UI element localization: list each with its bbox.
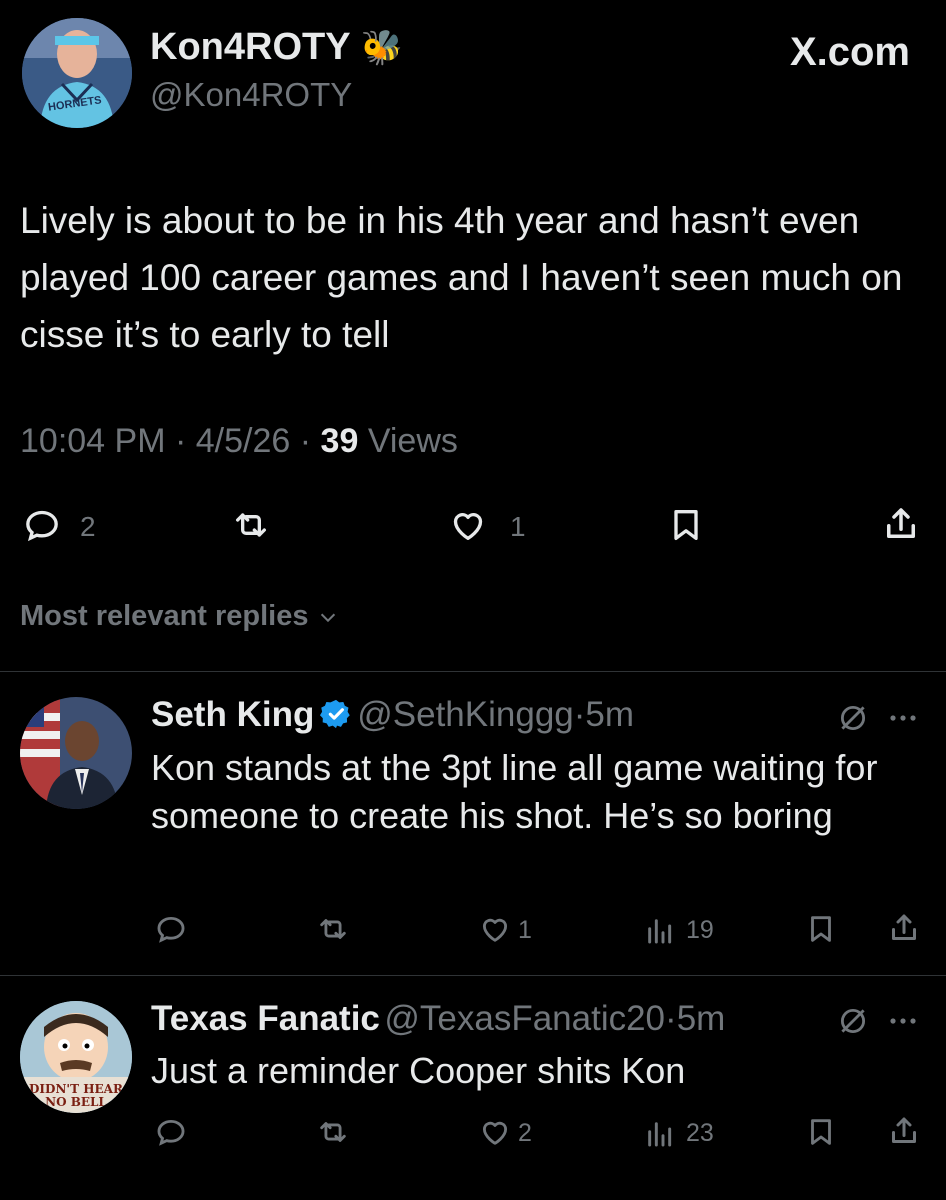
bookmark-icon — [674, 510, 698, 540]
share-icon — [887, 508, 915, 538]
reply-author-handle[interactable]: @TexasFanatic20 — [384, 999, 665, 1038]
reply-time[interactable]: 5m — [677, 999, 726, 1038]
like-icon — [482, 918, 508, 942]
like-button[interactable] — [478, 912, 512, 946]
share-button[interactable] — [880, 503, 922, 545]
bookmark-icon — [811, 916, 831, 942]
like-button[interactable] — [478, 1115, 512, 1149]
retweet-button[interactable] — [230, 505, 272, 545]
bookmark-button[interactable] — [666, 505, 706, 545]
sort-replies-dropdown[interactable]: Most relevant replies — [20, 600, 339, 633]
reply-icon — [157, 1119, 185, 1146]
views-button[interactable] — [643, 1117, 675, 1149]
avatar-caption: DIDN'T HEAR NO BELL — [29, 1082, 123, 1109]
reply-icon — [26, 510, 58, 542]
like-button[interactable] — [448, 505, 488, 545]
reply-time[interactable]: 5m — [585, 695, 634, 734]
reply-header: Seth King @SethKinggg·5m — [151, 695, 635, 734]
author-avatar[interactable]: HORNETS — [22, 18, 132, 128]
like-count: 1 — [518, 916, 532, 944]
reply-text: Kon stands at the 3pt line all game wait… — [151, 747, 878, 836]
more-icon — [890, 1018, 916, 1024]
chevron-down-icon — [320, 613, 335, 623]
views-button[interactable] — [643, 914, 675, 946]
views-count: 19 — [686, 916, 714, 944]
views-label: Views — [367, 422, 458, 460]
reply-avatar[interactable]: DIDN'T HEAR NO BELL — [20, 1001, 132, 1113]
reply-header: Texas Fanatic @TexasFanatic20·5m — [151, 999, 726, 1038]
brand-label: X.com — [789, 30, 910, 74]
share-icon — [892, 1117, 916, 1143]
share-icon — [892, 914, 916, 940]
tweet-time[interactable]: 10:04 PM — [20, 422, 166, 460]
share-button[interactable] — [886, 910, 922, 946]
reply-author-name[interactable]: Seth King — [151, 695, 314, 734]
views-icon — [648, 1122, 672, 1147]
bookmark-icon — [811, 1119, 831, 1145]
divider — [0, 975, 946, 976]
reply-button[interactable] — [154, 912, 188, 946]
divider — [0, 671, 946, 672]
more-button[interactable] — [888, 705, 918, 731]
reply-icon — [157, 916, 185, 943]
author-emoji: 🐝 — [360, 29, 403, 67]
reply-author-name[interactable]: Texas Fanatic — [151, 999, 380, 1038]
retweet-icon — [236, 513, 266, 537]
like-count: 1 — [510, 511, 526, 542]
share-button[interactable] — [886, 1113, 922, 1149]
reply-author-handle[interactable]: @SethKinggg — [357, 695, 574, 734]
reply-count: 2 — [80, 511, 96, 542]
views-count: 39 — [320, 422, 359, 460]
views-icon — [648, 919, 672, 944]
more-icon — [890, 715, 916, 721]
retweet-button[interactable] — [315, 912, 351, 946]
sort-label: Most relevant replies — [20, 600, 309, 632]
reply-button[interactable] — [22, 505, 62, 545]
like-count: 2 — [518, 1119, 532, 1147]
tweet-date[interactable]: 4/5/26 — [196, 422, 291, 460]
reply-text: Just a reminder Cooper shits Kon — [151, 1050, 686, 1091]
like-icon — [453, 513, 483, 540]
bookmark-button[interactable] — [804, 1115, 838, 1149]
reply-button[interactable] — [154, 1115, 188, 1149]
grok-button[interactable] — [836, 701, 870, 735]
grok-icon — [840, 705, 866, 731]
retweet-icon — [320, 919, 346, 939]
reply-avatar[interactable] — [20, 697, 132, 809]
author-name[interactable]: Kon4ROTY — [150, 26, 350, 68]
tweet-meta: 10:04 PM · 4/5/26 · 39 Views — [20, 422, 458, 460]
grok-button[interactable] — [836, 1004, 870, 1038]
verified-badge-icon — [319, 699, 350, 729]
author-handle[interactable]: @Kon4ROTY — [150, 76, 352, 114]
grok-icon — [840, 1008, 866, 1034]
like-icon — [482, 1121, 508, 1145]
retweet-icon — [320, 1122, 346, 1142]
tweet-text: Lively is about to be in his 4th year an… — [20, 200, 903, 355]
views-count: 23 — [686, 1119, 714, 1147]
author-name-row[interactable]: Kon4ROTY 🐝 — [150, 26, 403, 69]
retweet-button[interactable] — [315, 1115, 351, 1149]
more-button[interactable] — [888, 1008, 918, 1034]
bookmark-button[interactable] — [804, 912, 838, 946]
